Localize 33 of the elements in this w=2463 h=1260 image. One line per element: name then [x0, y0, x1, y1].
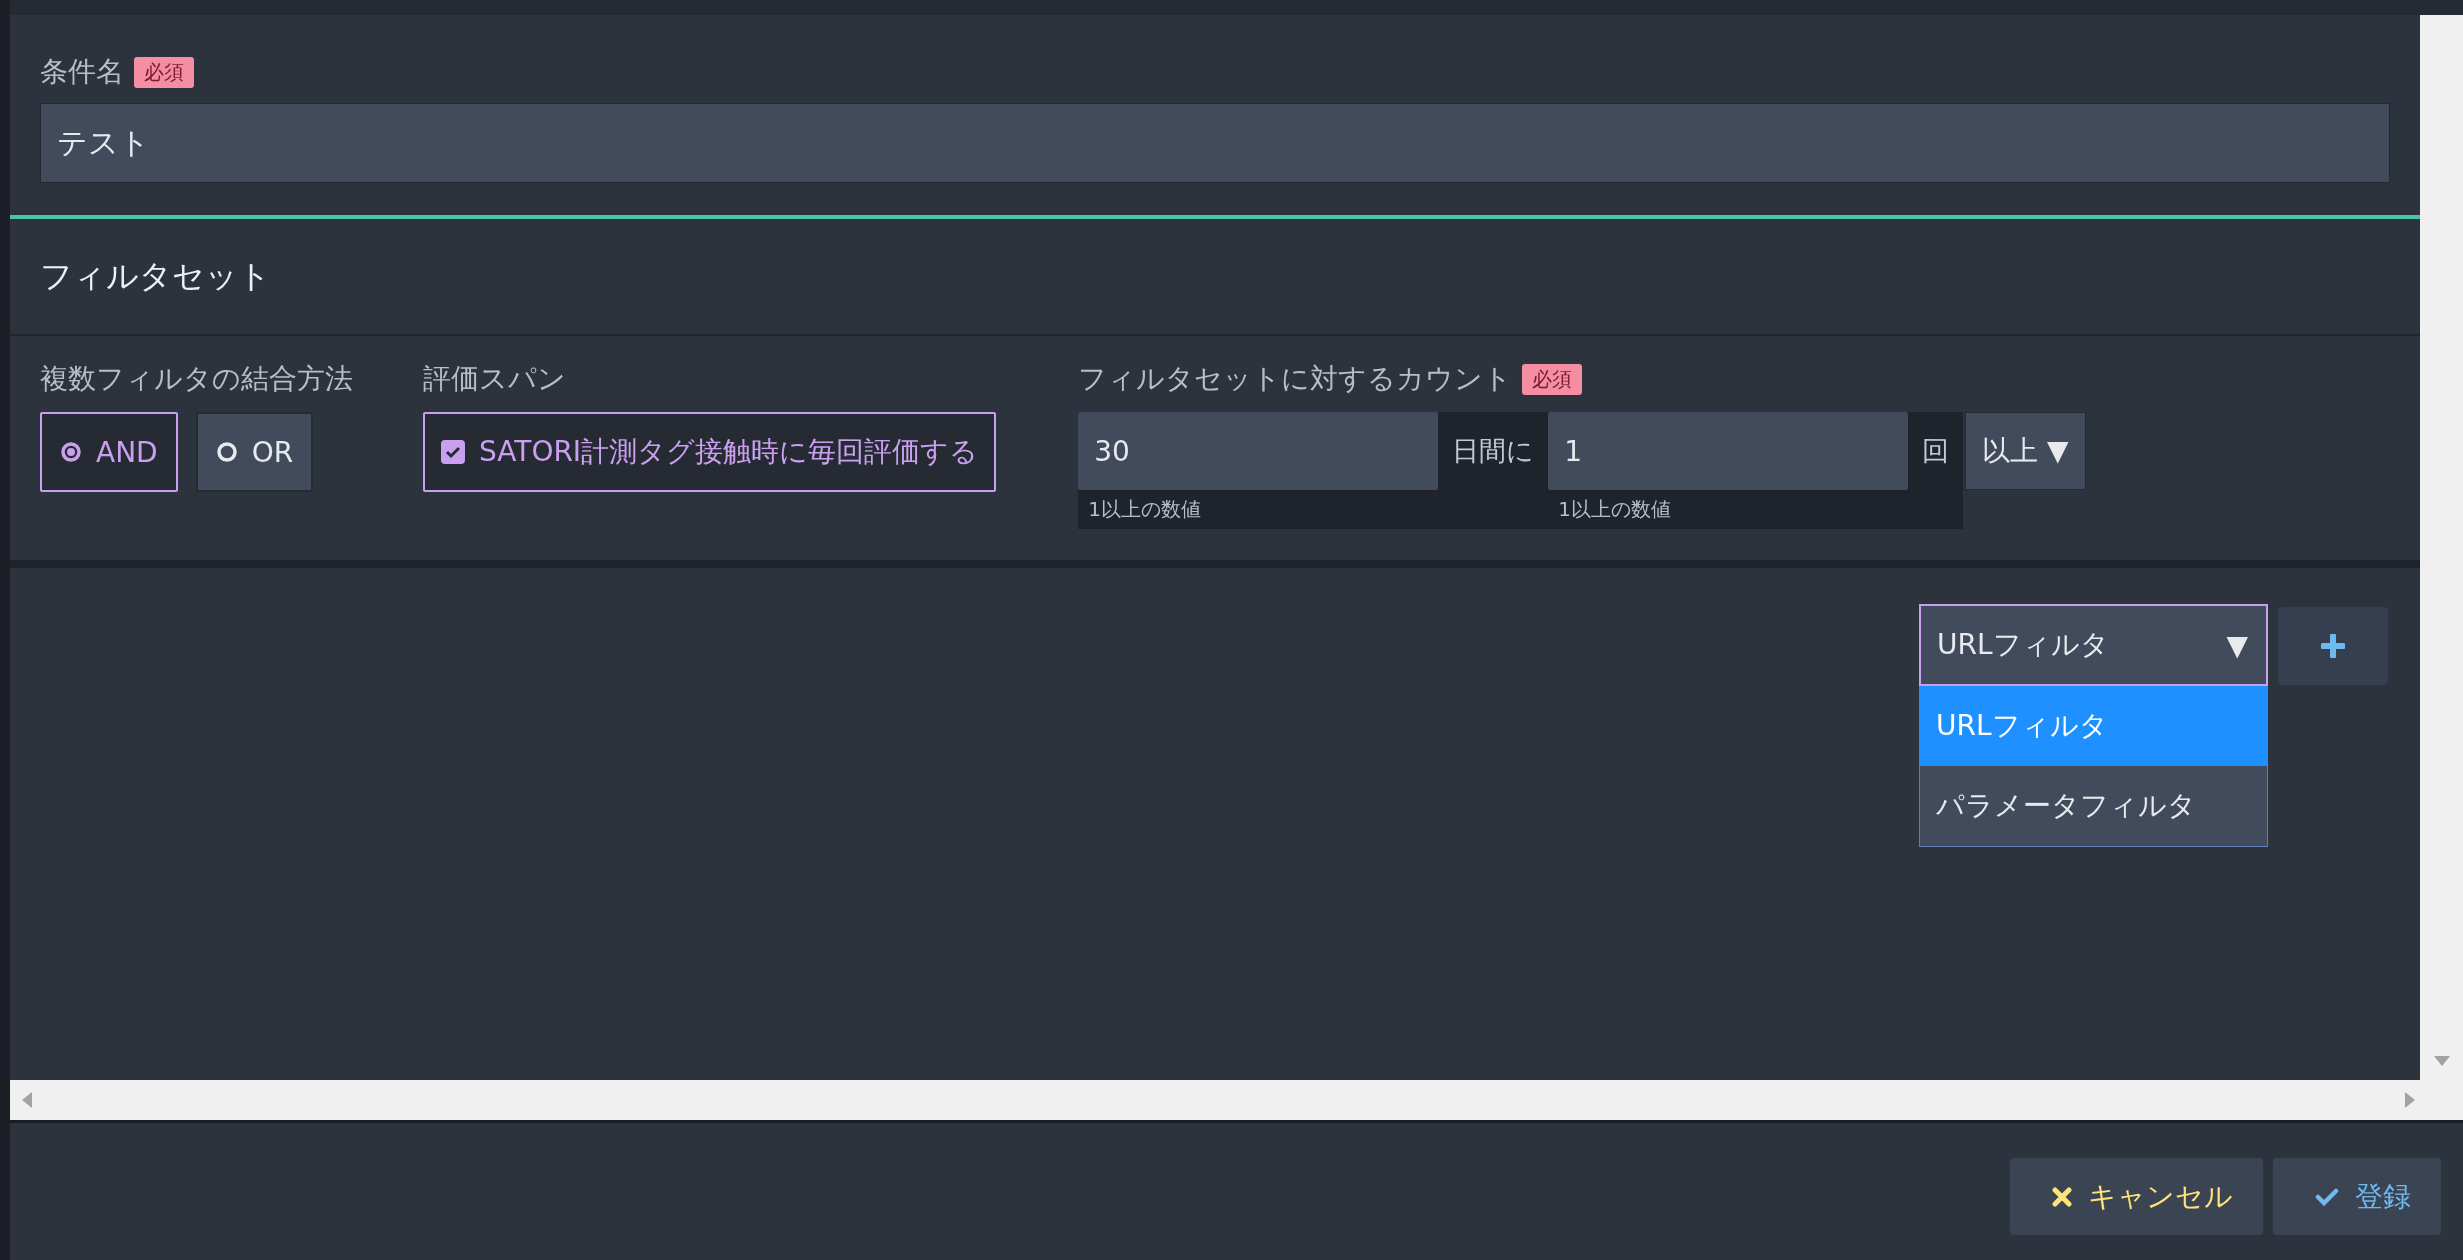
days-input-field[interactable]: 30	[1078, 412, 1439, 490]
field-label: 条件名	[40, 54, 124, 90]
field-label: 評価スパン	[423, 361, 566, 397]
checkmark-icon	[2315, 1186, 2339, 1207]
dropdown-option[interactable]: パラメータフィルタ	[1920, 766, 2267, 846]
add-button[interactable]	[2278, 607, 2388, 685]
radio-option[interactable]: OR	[195, 412, 314, 492]
hint-text: 1以上の数値	[1557, 496, 1672, 523]
close-icon	[2052, 1186, 2072, 1207]
scroll-down-arrow-icon	[2433, 1056, 2450, 1066]
filter-type-dropdown[interactable]: URLフィルタ ▼	[1919, 604, 2268, 686]
checkbox-option[interactable]: SATORI計測タグ接触時に毎回評価する	[423, 412, 997, 492]
hint-text: 1以上の数値	[1087, 496, 1202, 523]
section-title: フィルタセット	[40, 255, 271, 297]
cancel-button[interactable]: キャンセル	[2010, 1158, 2263, 1235]
comparator-dropdown[interactable]: 以上 ▼	[1965, 412, 2086, 490]
field-label: フィルタセットに対するカウント	[1078, 361, 1513, 397]
radio-icon	[215, 441, 238, 463]
unit-label: 日間に	[1451, 434, 1536, 468]
plus-icon	[2321, 634, 2345, 658]
required-badge: 必須	[134, 56, 194, 88]
scroll-left-arrow-icon	[22, 1092, 32, 1108]
scroll-right-arrow-icon	[2405, 1092, 2415, 1108]
required-badge: 必須	[1522, 363, 1583, 395]
horizontal-scrollbar[interactable]	[10, 1080, 2463, 1123]
radio-option[interactable]: AND	[40, 412, 178, 492]
field-label: 複数フィルタの結合方法	[40, 361, 353, 397]
name-input-field[interactable]: テスト	[40, 103, 2390, 183]
count-input-field[interactable]: 1	[1548, 412, 1909, 490]
submit-button[interactable]: 登録	[2273, 1158, 2441, 1235]
radio-icon	[60, 441, 82, 463]
vertical-scrollbar[interactable]	[2420, 15, 2463, 1080]
unit-label: 回	[1921, 434, 1951, 468]
